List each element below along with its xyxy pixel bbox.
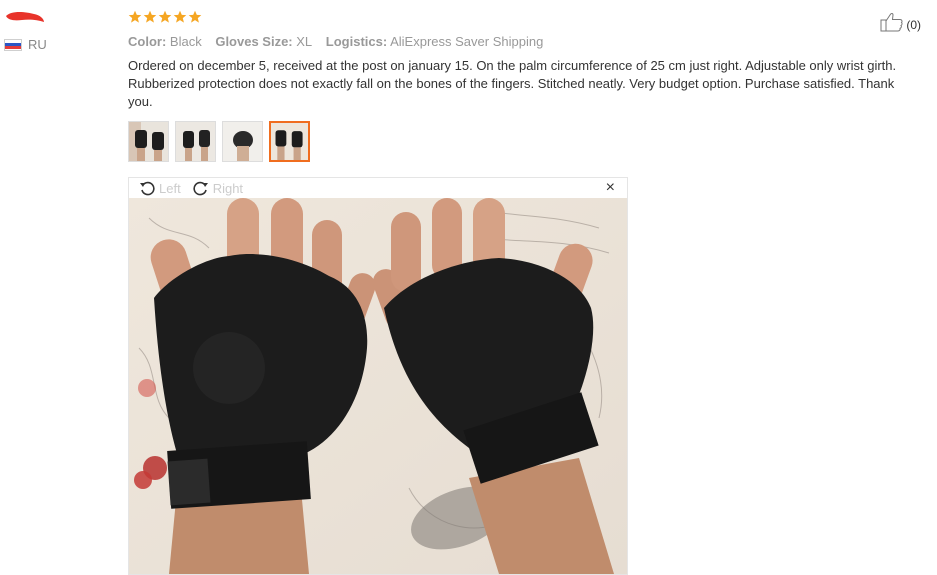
rotate-left-icon — [140, 181, 155, 196]
helpful-button[interactable]: (0) — [880, 12, 921, 32]
redacted-username — [6, 12, 44, 22]
attribute-label: Gloves Size: — [215, 34, 293, 49]
attribute-size: Gloves Size: XL — [215, 34, 312, 49]
review-thumbnail[interactable] — [222, 121, 263, 162]
attribute-value: Black — [169, 34, 202, 49]
gloves-on-hands-photo — [129, 198, 627, 574]
star-icon — [173, 10, 187, 23]
glove-photo-thumbnail — [271, 123, 308, 160]
rotate-left-label: Left — [159, 180, 181, 196]
review-thumbnail-selected[interactable] — [269, 121, 310, 162]
star-icon — [158, 10, 172, 23]
review-thumbnail[interactable] — [128, 121, 169, 162]
review-thumbnail[interactable] — [175, 121, 216, 162]
attribute-label: Logistics: — [325, 34, 388, 49]
glove-photo-thumbnail — [223, 122, 262, 161]
attribute-value: AliExpress Saver Shipping — [390, 34, 544, 49]
rotate-right-button[interactable]: Right — [193, 180, 243, 196]
glove-photo-thumbnail — [176, 122, 215, 161]
reviewer-info: RU — [0, 0, 120, 60]
thumbs-up-icon — [880, 13, 903, 32]
viewer-toolbar: Left Right × — [129, 178, 627, 198]
russia-flag-icon — [4, 38, 22, 51]
star-icon — [128, 10, 142, 23]
country-code: RU — [28, 37, 47, 52]
helpful-count: (0) — [906, 18, 921, 32]
attribute-logistics: Logistics: AliExpress Saver Shipping — [326, 34, 544, 49]
rotate-right-icon — [193, 181, 208, 196]
rotate-left-button[interactable]: Left — [139, 180, 181, 196]
attribute-label: Color: — [128, 34, 167, 49]
purchase-attributes: Color: Black Gloves Size: XL Logistics: … — [128, 34, 918, 49]
image-viewer: Left Right × — [128, 177, 628, 575]
review-body: Color: Black Gloves Size: XL Logistics: … — [128, 10, 918, 111]
glove-photo-thumbnail — [129, 122, 168, 161]
close-viewer-button[interactable]: × — [606, 180, 615, 196]
attribute-color: Color: Black — [128, 34, 202, 49]
star-rating — [128, 10, 918, 26]
attribute-value: XL — [296, 34, 313, 49]
review-thumbnails — [128, 121, 310, 162]
reviewer-country: RU — [4, 37, 47, 52]
review-text: Ordered on december 5, received at the p… — [128, 58, 897, 109]
star-icon — [143, 10, 157, 23]
rotate-right-label: Right — [212, 180, 244, 196]
review-photo — [129, 198, 627, 574]
star-icon — [188, 10, 202, 23]
